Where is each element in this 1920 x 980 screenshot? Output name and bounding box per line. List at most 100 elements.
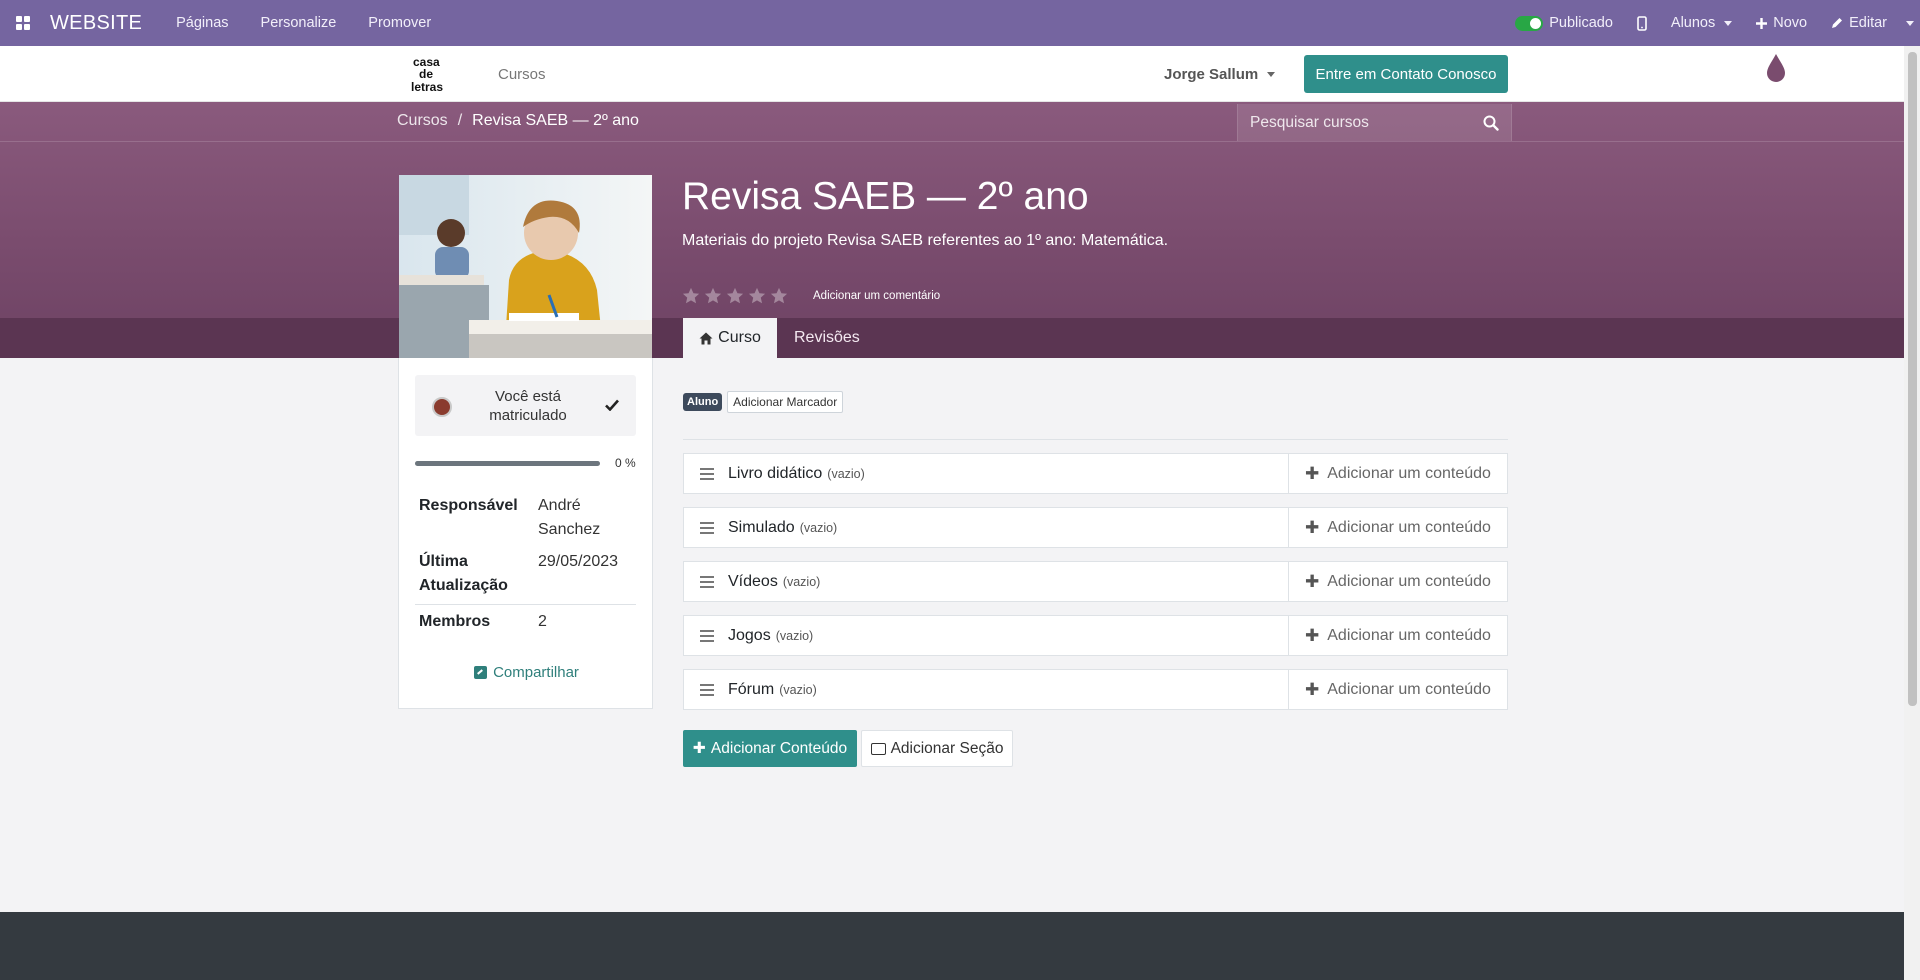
course-cover-image: [399, 175, 652, 358]
star-icon[interactable]: [704, 287, 722, 305]
course-search: [1237, 104, 1512, 141]
star-icon[interactable]: [770, 287, 788, 305]
edit-button[interactable]: Editar: [1819, 0, 1899, 46]
course-description: Materiais do projeto Revisa SAEB referen…: [682, 232, 1169, 249]
section-name[interactable]: Livro didático: [728, 465, 822, 483]
share-icon: [474, 666, 488, 679]
star-icon[interactable]: [682, 287, 700, 305]
grid-icon: [16, 16, 30, 30]
add-section-content-button[interactable]: ✚ Adicionar um conteúdo: [1288, 670, 1507, 709]
plus-icon: ✚: [1305, 679, 1320, 699]
pencil-icon: [1832, 18, 1843, 28]
rating-stars[interactable]: [682, 287, 788, 305]
plus-icon: ✚: [692, 740, 706, 757]
info-key: Última Atualização: [419, 553, 508, 594]
add-content-label: Adicionar um conteúdo: [1327, 572, 1491, 590]
breadcrumb-cursos-link[interactable]: Cursos: [397, 112, 448, 130]
new-button[interactable]: Novo: [1744, 0, 1819, 46]
add-content-label: Adicionar um conteúdo: [1327, 680, 1491, 698]
published-label: Publicado: [1549, 15, 1613, 31]
add-content-label: Adicionar um conteúdo: [1327, 626, 1491, 644]
caret-down-icon: [1906, 20, 1914, 26]
search-input[interactable]: [1250, 113, 1480, 132]
apps-menu-button[interactable]: [0, 0, 46, 46]
section-name[interactable]: Jogos: [728, 627, 771, 645]
user-menu-dropdown[interactable]: Jorge Sallum: [1164, 66, 1276, 83]
breadcrumb-current: Revisa SAEB — 2º ano: [472, 112, 639, 129]
home-icon: [699, 332, 713, 344]
plus-icon: ✚: [1305, 463, 1320, 483]
course-sidebar-card: Você está matriculado 0 % Responsável An…: [398, 358, 653, 709]
info-key: Membros: [419, 613, 491, 630]
contact-us-button[interactable]: Entre em Contato Conosco: [1304, 55, 1508, 93]
nav-cursos-link[interactable]: Cursos: [498, 66, 546, 83]
website-brand[interactable]: WEBSITE: [50, 12, 142, 35]
casa-de-letras-logo[interactable]: casa de letras: [411, 54, 451, 94]
section-row: Livro didático (vazio) ✚ Adicionar um co…: [683, 453, 1508, 494]
scrollbar-thumb[interactable]: [1908, 52, 1917, 706]
menu-paginas[interactable]: Páginas: [160, 0, 244, 46]
plus-icon: ✚: [1305, 571, 1320, 591]
add-comment-link[interactable]: Adicionar um comentário: [813, 290, 940, 302]
section-row: Jogos (vazio) ✚ Adicionar um conteúdo: [683, 615, 1508, 656]
menu-personalize[interactable]: Personalize: [245, 0, 353, 46]
tab-bar: [0, 318, 1904, 358]
breadcrumb: Cursos / Revisa SAEB — 2º ano: [397, 112, 639, 130]
info-row-responsavel: Responsável André Sanchez: [415, 492, 636, 548]
add-section-button[interactable]: Adicionar Seção: [861, 730, 1013, 767]
progress-fill: [415, 461, 600, 466]
section-name[interactable]: Simulado: [728, 519, 795, 537]
search-icon[interactable]: [1483, 115, 1499, 131]
user-name: Jorge Sallum: [1164, 66, 1259, 83]
drag-handle-icon[interactable]: [700, 467, 714, 480]
add-section-content-button[interactable]: ✚ Adicionar um conteúdo: [1288, 616, 1507, 655]
add-content-button[interactable]: ✚ Adicionar Conteúdo: [683, 730, 857, 767]
section-row: Vídeos (vazio) ✚ Adicionar um conteúdo: [683, 561, 1508, 602]
info-row-updated: Última Atualização 29/05/2023: [415, 548, 636, 604]
section-empty-label: (vazio): [782, 574, 821, 589]
drag-handle-icon[interactable]: [700, 683, 714, 696]
students-dropdown[interactable]: Alunos: [1659, 0, 1744, 46]
section-name[interactable]: Vídeos: [728, 573, 778, 591]
drag-handle-icon[interactable]: [700, 575, 714, 588]
star-icon[interactable]: [726, 287, 744, 305]
more-dropdown[interactable]: [1899, 0, 1920, 46]
add-content-label: Adicionar um conteúdo: [1327, 464, 1491, 482]
section-row: Simulado (vazio) ✚ Adicionar um conteúdo: [683, 507, 1508, 548]
mobile-preview-button[interactable]: [1625, 0, 1659, 46]
course-tags: Aluno Adicionar Marcador: [683, 391, 844, 413]
info-row-members: Membros 2: [415, 604, 636, 640]
info-key: Responsável: [419, 497, 518, 514]
share-link[interactable]: Compartilhar: [399, 664, 654, 681]
students-label: Alunos: [1670, 15, 1716, 31]
drag-handle-icon[interactable]: [700, 521, 714, 534]
add-tag-button[interactable]: Adicionar Marcador: [727, 391, 844, 413]
theme-drop-icon[interactable]: [1764, 52, 1788, 84]
progress-label: 0 %: [615, 456, 636, 470]
publish-toggle[interactable]: Publicado: [1503, 0, 1625, 46]
tab-revisoes[interactable]: Revisões: [794, 318, 860, 358]
svg-text:de: de: [419, 67, 433, 81]
admin-bar: WEBSITE Páginas Personalize Promover Pub…: [0, 0, 1920, 46]
folder-icon: [870, 742, 886, 755]
tag-badge: Aluno: [683, 393, 723, 411]
tab-curso[interactable]: Curso: [683, 318, 777, 358]
section-row: Fórum (vazio) ✚ Adicionar um conteúdo: [683, 669, 1508, 710]
course-info-table: Responsável André Sanchez Última Atualiz…: [415, 492, 636, 640]
menu-promover[interactable]: Promover: [352, 0, 447, 46]
add-section-content-button[interactable]: ✚ Adicionar um conteúdo: [1288, 508, 1507, 547]
progress-bar: [415, 461, 600, 466]
enrolled-text: Você está matriculado: [489, 388, 567, 424]
course-sections-list: Livro didático (vazio) ✚ Adicionar um co…: [683, 453, 1508, 723]
caret-down-icon: [1724, 20, 1733, 26]
add-section-content-button[interactable]: ✚ Adicionar um conteúdo: [1288, 454, 1507, 493]
check-icon: [605, 399, 619, 411]
star-icon[interactable]: [748, 287, 766, 305]
section-name[interactable]: Fórum: [728, 681, 774, 699]
add-section-content-button[interactable]: ✚ Adicionar um conteúdo: [1288, 562, 1507, 601]
breadcrumb-divider: [0, 141, 1904, 142]
tab-curso-label: Curso: [718, 329, 761, 346]
plus-icon: ✚: [1305, 517, 1320, 537]
page-scrollbar[interactable]: [1904, 46, 1920, 980]
drag-handle-icon[interactable]: [700, 629, 714, 642]
